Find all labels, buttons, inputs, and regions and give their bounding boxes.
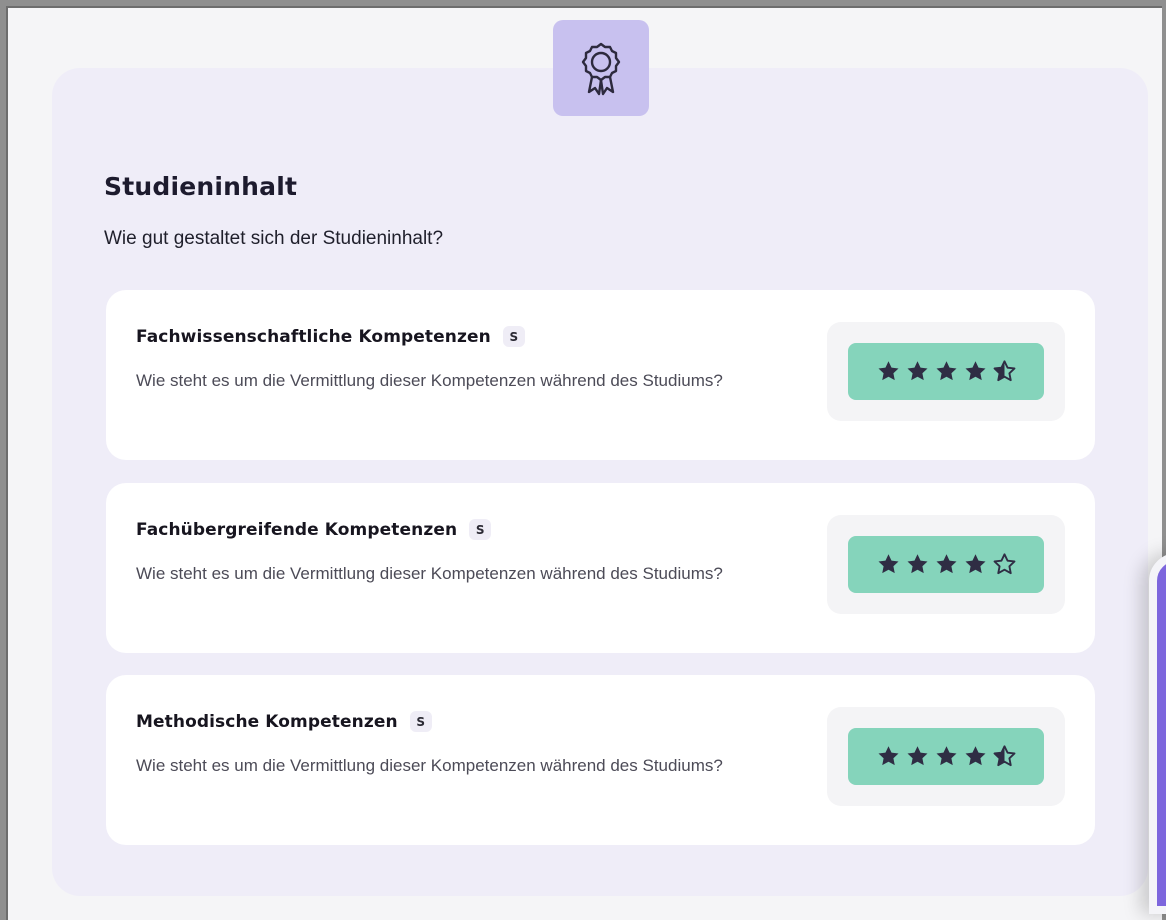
award-ribbon-icon-badge [553, 20, 649, 116]
card-title-row: Fachwissenschaftliche Kompetenzen S [136, 326, 525, 347]
section-subtitle: Wie gut gestaltet sich der Studieninhalt… [104, 228, 444, 249]
star-icon [907, 554, 927, 574]
star-icon [965, 554, 985, 574]
card-title-row: Methodische Kompetenzen S [136, 711, 432, 732]
card-description: Wie steht es um die Vermittlung dieser K… [136, 756, 723, 775]
star-icon [878, 746, 898, 766]
section-title: Studieninhalt [104, 172, 298, 201]
card-description: Wie steht es um die Vermittlung dieser K… [136, 564, 723, 583]
card-title: Fachwissenschaftliche Kompetenzen [136, 326, 491, 347]
star-half-icon [993, 745, 1015, 767]
star-icon [936, 361, 956, 381]
rating-pill[interactable] [848, 343, 1044, 400]
card-title: Methodische Kompetenzen [136, 711, 398, 732]
study-content-section: Studieninhalt Wie gut gestaltet sich der… [52, 68, 1148, 896]
side-panel-edge[interactable] [1149, 553, 1166, 914]
award-ribbon-icon [581, 42, 621, 96]
card-description: Wie steht es um die Vermittlung dieser K… [136, 371, 723, 390]
page-frame: Studieninhalt Wie gut gestaltet sich der… [6, 6, 1162, 920]
rating-panel [827, 515, 1065, 614]
star-icon [936, 746, 956, 766]
rating-panel [827, 322, 1065, 421]
rating-pill[interactable] [848, 536, 1044, 593]
status-badge[interactable]: S [469, 519, 492, 540]
star-icon [907, 361, 927, 381]
status-badge[interactable]: S [502, 326, 525, 347]
competency-card-subject-knowledge: Fachwissenschaftliche Kompetenzen S Wie … [106, 290, 1095, 460]
star-icon [965, 361, 985, 381]
status-badge[interactable]: S [409, 711, 432, 732]
star-icon [878, 554, 898, 574]
star-icon [965, 746, 985, 766]
competency-card-interdisciplinary: Fachübergreifende Kompetenzen S Wie steh… [106, 483, 1095, 653]
rating-panel [827, 707, 1065, 806]
rating-pill[interactable] [848, 728, 1044, 785]
star-icon [878, 361, 898, 381]
star-outline-icon [993, 553, 1015, 575]
card-title-row: Fachübergreifende Kompetenzen S [136, 519, 492, 540]
competency-card-methodical: Methodische Kompetenzen S Wie steht es u… [106, 675, 1095, 845]
star-icon [936, 554, 956, 574]
star-icon [907, 746, 927, 766]
card-title: Fachübergreifende Kompetenzen [136, 519, 458, 540]
star-half-icon [993, 360, 1015, 382]
